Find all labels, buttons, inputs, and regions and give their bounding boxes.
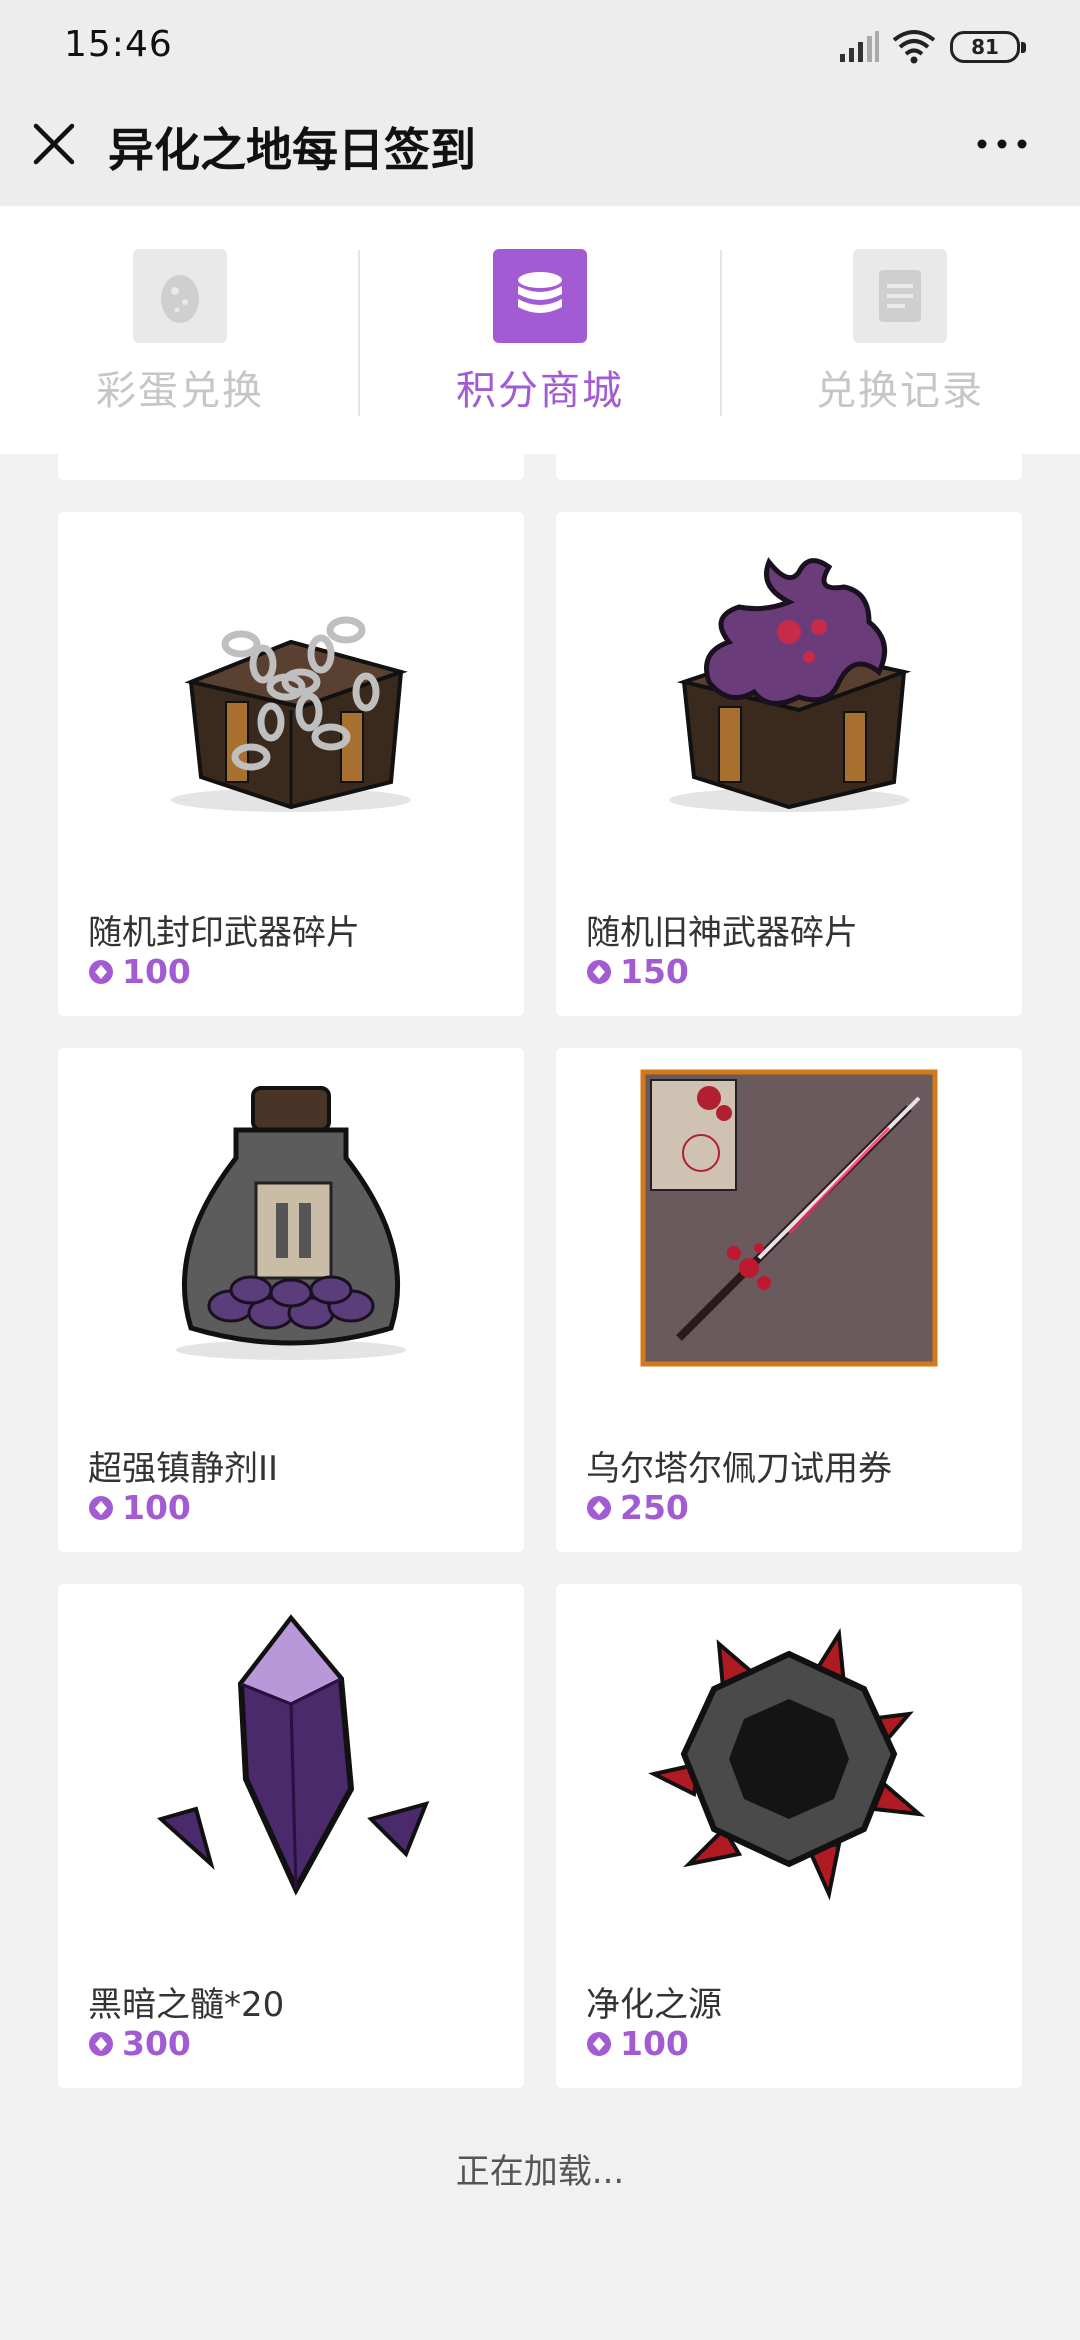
points-coin-icon [587,959,611,984]
product-price: 100 [586,2024,689,2063]
points-coin-icon [89,2031,113,2056]
product-card[interactable]: 随机封印武器碎片 100 [58,512,524,1016]
sedative-bottle-image [176,1086,406,1360]
product-card[interactable]: 净化之源 100 [556,1584,1022,2088]
price-value: 300 [122,2024,191,2063]
product-card-partial[interactable] [556,454,1022,480]
points-coin-icon [89,1495,113,1520]
product-price: 100 [88,1488,191,1527]
product-name: 随机封印武器碎片 [88,913,360,953]
close-button[interactable] [26,116,82,172]
product-price: 250 [586,1488,689,1527]
points-coin-icon [587,1495,611,1520]
product-name: 黑暗之髓*20 [88,1985,285,2025]
more-icon [977,139,1027,149]
title-bar: 异化之地每日签到 [0,96,1080,206]
purify-source-image [648,1627,926,1901]
signal-icon [840,31,879,62]
tab-exchange-records[interactable]: 兑换记录 [720,206,1080,454]
status-time: 15:46 [64,24,173,65]
price-value: 250 [620,1488,689,1527]
product-name: 乌尔塔尔佩刀试用券 [586,1449,892,1489]
page-title: 异化之地每日签到 [108,123,476,177]
product-price: 300 [88,2024,191,2063]
dark-crystal-image [156,1614,430,1896]
tab-label: 积分商城 [456,368,624,414]
egg-icon [133,249,227,343]
loading-indicator: 正在加载... [455,2152,625,2192]
price-value: 100 [620,2024,689,2063]
price-value: 100 [122,952,191,991]
tab-points-mall[interactable]: 积分商城 [360,206,720,454]
product-card[interactable]: 黑暗之髓*20 300 [58,1584,524,2088]
product-name: 超强镇静剂II [88,1449,279,1489]
price-value: 100 [122,1488,191,1527]
product-grid: 随机封印武器碎片 100 随机旧神武器碎片 150 超强镇静剂II 100 乌尔… [0,454,1080,2340]
wifi-icon [892,30,936,64]
battery-icon: 81 [950,31,1026,63]
status-bar: 15:46 81 [0,0,1080,96]
tab-egg-exchange[interactable]: 彩蛋兑换 [0,206,360,454]
product-name: 随机旧神武器碎片 [586,913,858,953]
chained-chest-image [171,616,411,812]
coins-stack-icon [493,249,587,343]
tab-label: 彩蛋兑换 [96,368,264,414]
points-coin-icon [89,959,113,984]
blade-voucher-image [640,1069,938,1367]
document-icon [853,249,947,343]
tab-label: 兑换记录 [816,368,984,414]
tentacle-chest-image [669,557,912,812]
product-card[interactable]: 乌尔塔尔佩刀试用券 250 [556,1048,1022,1552]
product-name: 净化之源 [586,1985,722,2025]
product-card-partial[interactable] [58,454,524,480]
tab-bar: 彩蛋兑换 积分商城 兑换记录 [0,206,1080,454]
close-icon [33,123,75,165]
product-price: 150 [586,952,689,991]
points-coin-icon [587,2031,611,2056]
product-price: 100 [88,952,191,991]
price-value: 150 [620,952,689,991]
product-card[interactable]: 超强镇静剂II 100 [58,1048,524,1552]
more-button[interactable] [970,122,1034,166]
product-card[interactable]: 随机旧神武器碎片 150 [556,512,1022,1016]
